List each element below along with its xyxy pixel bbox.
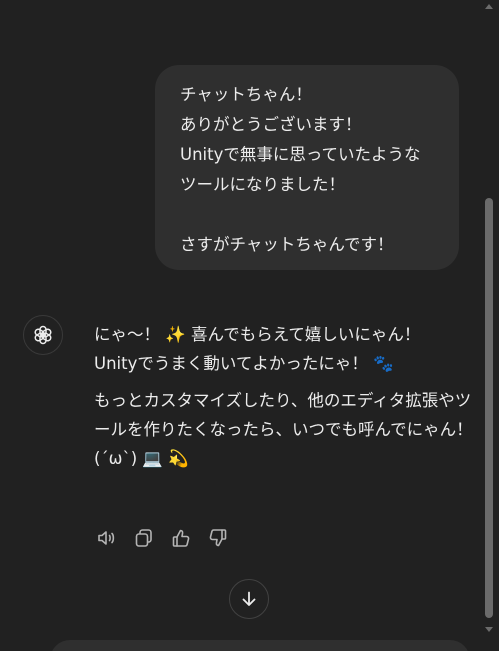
assistant-text-line: ールを作りたくなったら、いつでも呼んでにゃん！	[94, 420, 473, 439]
openai-logo-icon	[34, 325, 52, 345]
user-message-blank-line	[180, 200, 441, 230]
good-response-button[interactable]	[168, 525, 194, 551]
assistant-text-line: (´ω`) 💻 💫	[94, 449, 189, 468]
assistant-paragraph: にゃ〜！ ✨ 喜んでもらえて嬉しいにゃん！ Unityでうまく動いてよかったにゃ…	[94, 320, 474, 378]
assistant-text-line: もっとカスタマイズしたり、他のエディタ拡張やツ	[94, 391, 472, 410]
arrow-down-icon	[242, 591, 256, 606]
assistant-text-line: にゃ〜！ ✨ 喜んでもらえて嬉しいにゃん！	[94, 325, 421, 344]
scrollbar-thumb[interactable]	[485, 198, 493, 618]
copy-button[interactable]	[131, 525, 157, 551]
user-message-line: ツールになりました！	[180, 175, 345, 194]
chat-pane: チャットちゃん！ ありがとうございます！ Unityで無事に思っていたような ツ…	[0, 0, 499, 651]
assistant-avatar	[23, 315, 63, 355]
user-message-line: チャットちゃん！	[180, 85, 312, 104]
user-message-line: Unityで無事に思っていたような	[180, 145, 421, 164]
message-composer[interactable]	[50, 640, 470, 651]
thumbs-down-icon	[209, 529, 227, 547]
scroll-to-bottom-button[interactable]	[229, 579, 269, 619]
assistant-paragraph: もっとカスタマイズしたり、他のエディタ拡張やツ ールを作りたくなったら、いつでも…	[94, 386, 474, 473]
scroll-down-arrow-icon[interactable]	[485, 626, 493, 634]
read-aloud-button[interactable]	[94, 525, 120, 551]
assistant-message: にゃ〜！ ✨ 喜んでもらえて嬉しいにゃん！ Unityでうまく動いてよかったにゃ…	[94, 320, 474, 481]
bad-response-button[interactable]	[205, 525, 231, 551]
user-message-line: ありがとうございます！	[180, 115, 362, 134]
assistant-text-line: Unityでうまく動いてよかったにゃ！ 🐾	[94, 354, 394, 373]
user-message-bubble: チャットちゃん！ ありがとうございます！ Unityで無事に思っていたような ツ…	[155, 65, 459, 270]
thumbs-up-icon	[172, 529, 190, 547]
speaker-icon	[98, 531, 115, 545]
user-message-line: さすがチャットちゃんです！	[180, 235, 394, 254]
copy-icon	[135, 529, 152, 547]
scroll-up-arrow-icon[interactable]	[485, 2, 493, 10]
message-action-bar	[94, 525, 231, 551]
